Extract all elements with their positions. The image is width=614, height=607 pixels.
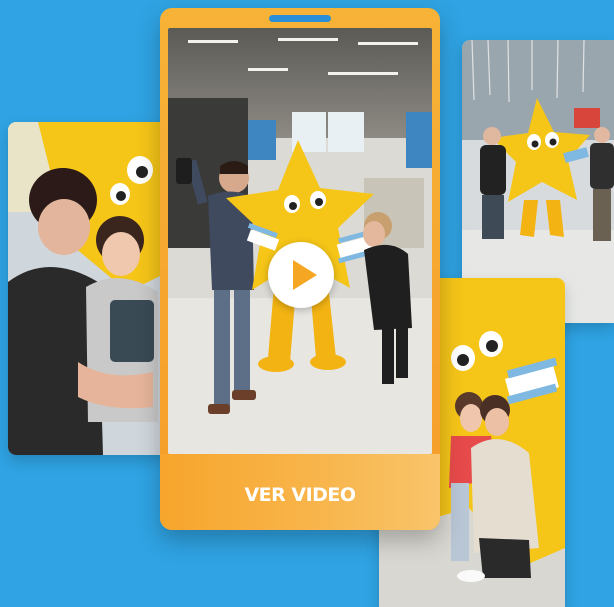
play-button[interactable] [268,242,334,308]
ver-video-button[interactable]: VER VIDEO [160,454,440,530]
phone-speaker-notch [269,15,331,22]
photo-selfie-left-image [8,122,168,455]
video-card: VER VIDEO [160,8,440,530]
ver-video-label: VER VIDEO [244,484,356,506]
photo-selfie-left [8,122,168,455]
video-thumbnail-image [168,28,432,454]
gallery-stage: VER VIDEO [0,0,614,607]
video-preview[interactable] [168,28,432,454]
play-icon [293,260,317,290]
